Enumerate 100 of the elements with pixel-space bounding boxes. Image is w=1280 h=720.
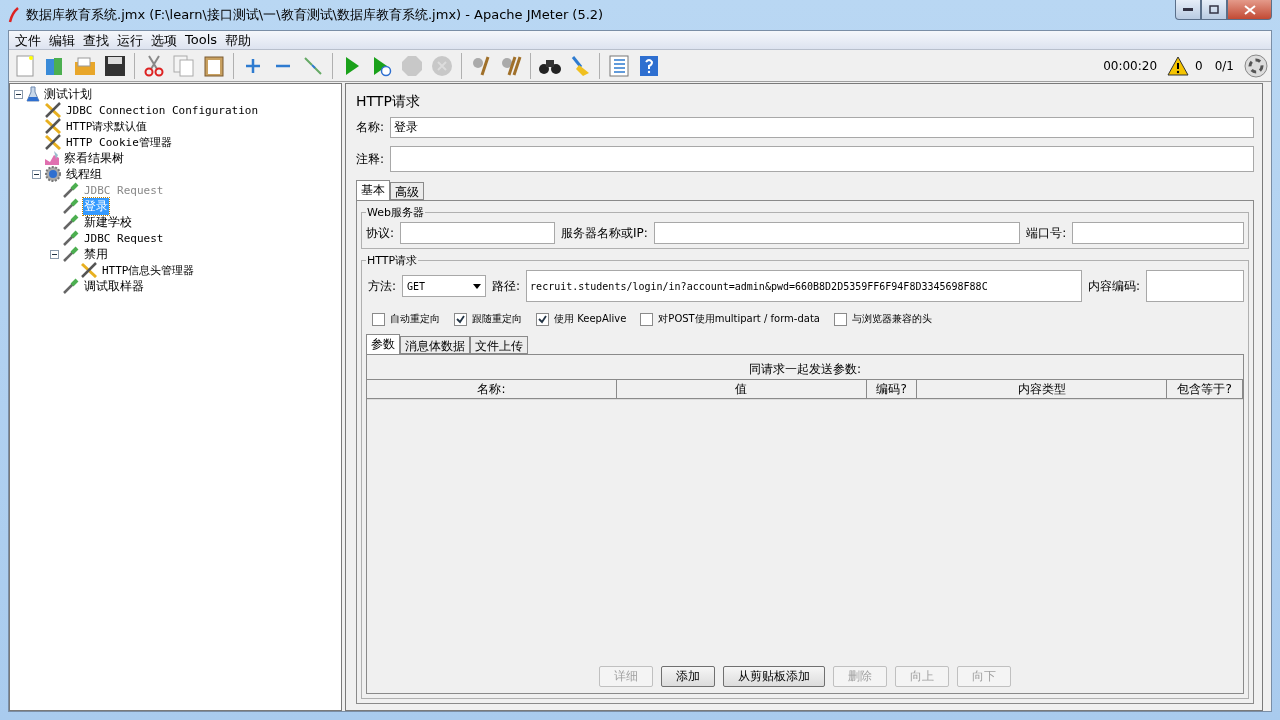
table-caption: 同请求一起发送参数: — [367, 355, 1243, 379]
column-header[interactable]: 内容类型 — [917, 379, 1168, 399]
pipette-icon — [62, 214, 80, 230]
tree-item[interactable]: 调试取样器 — [83, 277, 145, 295]
chart-icon — [44, 150, 60, 166]
field-label: 路径: — [492, 277, 521, 295]
play-icon[interactable] — [343, 54, 361, 77]
maximize-icon — [1209, 5, 1219, 14]
thread-count: 0/1 — [1214, 58, 1234, 73]
collapse-toggle[interactable] — [50, 249, 59, 259]
tree-item[interactable]: 线程组 — [65, 165, 103, 183]
checkbox[interactable] — [372, 312, 385, 326]
field-label: 注释: — [356, 150, 385, 168]
list-icon[interactable] — [608, 54, 630, 77]
field-label: 名称: — [356, 119, 385, 136]
menu-item[interactable]: Tools — [181, 31, 222, 49]
column-header[interactable]: 名称: — [367, 379, 617, 399]
broom-icon[interactable] — [569, 54, 591, 77]
collapse-toggle[interactable] — [14, 89, 23, 99]
flask-icon — [26, 86, 40, 102]
warning-icon[interactable] — [1167, 55, 1190, 76]
pipette-icon — [62, 230, 80, 246]
text-field[interactable] — [653, 222, 1021, 244]
remote-status-icon[interactable] — [1244, 53, 1268, 78]
menu-item[interactable]: 运行 — [113, 31, 147, 49]
tab[interactable]: 高级 — [390, 182, 424, 200]
menu-item[interactable]: 帮助 — [221, 31, 256, 49]
tree-item[interactable]: 禁用 — [83, 245, 109, 263]
wrench-screwdriver-icon — [44, 118, 62, 134]
help-icon[interactable] — [639, 54, 659, 77]
checkbox[interactable] — [640, 312, 654, 326]
caret-icon — [473, 283, 482, 289]
scissors-icon[interactable] — [143, 54, 165, 77]
tree-item[interactable]: JDBC Connection Configuration — [65, 103, 260, 117]
checkbox-label: 跟随重定向 — [472, 312, 522, 326]
encoding-field[interactable] — [1146, 270, 1244, 302]
window-title: 数据库教育系统.jmx (F:\learn\接口测试\一\教育测试\数据库教育系统.jmx) - Apache JMeter (5.2) — [26, 6, 605, 24]
plus-icon[interactable] — [244, 56, 262, 75]
panel-title: HTTP请求 — [356, 93, 421, 111]
tab[interactable]: 消息体数据 — [400, 336, 470, 354]
text-field[interactable] — [1072, 222, 1244, 244]
tab[interactable]: 基本 — [356, 180, 390, 200]
collapse-toggle[interactable] — [32, 169, 41, 179]
minimize-icon — [1183, 7, 1193, 12]
text-field[interactable] — [400, 222, 555, 244]
tree-item[interactable]: HTTP Cookie管理器 — [65, 134, 173, 150]
menu-item[interactable]: 文件 — [11, 31, 45, 49]
minimize-button[interactable] — [1175, 0, 1201, 20]
feather-icon — [8, 7, 20, 23]
name-field[interactable]: 登录 — [390, 117, 1254, 138]
checkbox-label: 自动重定向 — [390, 312, 440, 326]
group-title: Web服务器 — [366, 205, 425, 220]
elapsed-time: 00:00:20 — [1103, 58, 1158, 73]
method-dropdown[interactable]: GET — [402, 275, 487, 297]
maximize-button[interactable] — [1201, 0, 1227, 20]
gear-icon — [44, 166, 62, 182]
close-button[interactable] — [1227, 0, 1272, 20]
pipette-icon — [62, 246, 80, 262]
tree-item[interactable]: 新建学校 — [83, 213, 133, 231]
field-label: 方法: — [368, 277, 397, 295]
checkbox[interactable] — [454, 312, 467, 326]
wrench-screwdriver-icon — [44, 134, 62, 150]
tree-item[interactable]: 测试计划 — [43, 85, 93, 103]
column-header[interactable]: 值 — [616, 379, 867, 399]
wrench-screwdriver-icon — [80, 262, 98, 278]
field-label: 端口号: — [1026, 224, 1067, 242]
wrench-screwdriver-icon — [44, 102, 62, 118]
checkbox[interactable] — [536, 312, 549, 326]
field-label: 内容编码: — [1087, 277, 1140, 295]
menu-item[interactable]: 查找 — [79, 31, 113, 49]
clipboard-icon[interactable] — [203, 54, 225, 77]
menu-item[interactable]: 选项 — [147, 31, 181, 49]
tree-item[interactable]: HTTP信息头管理器 — [101, 262, 196, 278]
folder-icon[interactable] — [74, 55, 96, 76]
checkbox[interactable] — [833, 312, 847, 326]
menu-item[interactable]: 编辑 — [45, 31, 79, 49]
path-field[interactable]: recruit.students/login/in?account=admin&pwd=660B8D2D5359FF6F94F8D3345698F88C — [526, 270, 1082, 302]
tree-item[interactable]: JDBC Request — [83, 231, 165, 245]
action-button[interactable]: 添加 — [661, 666, 715, 687]
pipette-icon — [62, 198, 80, 214]
gear-broom-icon[interactable] — [470, 54, 492, 77]
field-label: 协议: — [366, 224, 395, 242]
close-icon — [1243, 4, 1256, 15]
field-label: 服务器名称或IP: — [561, 224, 648, 242]
checkbox-label: 使用 KeepAlive — [554, 312, 627, 326]
group-title: HTTP请求 — [366, 253, 419, 268]
pipettes-icon[interactable] — [302, 54, 324, 77]
action-button[interactable]: 从剪贴板添加 — [723, 666, 825, 687]
tree-item[interactable]: HTTP请求默认值 — [65, 118, 149, 134]
gear-brooms-icon[interactable] — [499, 54, 523, 77]
checkbox-label: 与浏览器兼容的头 — [851, 312, 932, 326]
play-icon[interactable] — [372, 54, 392, 77]
tab[interactable]: 参数 — [366, 334, 400, 354]
comment-field[interactable] — [390, 146, 1254, 172]
tree-item[interactable]: 察看结果树 — [63, 149, 125, 167]
pipette-icon — [62, 182, 80, 198]
warning-count: 0 — [1195, 58, 1203, 73]
checkbox-label: 对POST使用multipart / form-data — [658, 312, 820, 326]
tab[interactable]: 文件上传 — [470, 336, 528, 354]
pipette-icon — [62, 278, 80, 294]
